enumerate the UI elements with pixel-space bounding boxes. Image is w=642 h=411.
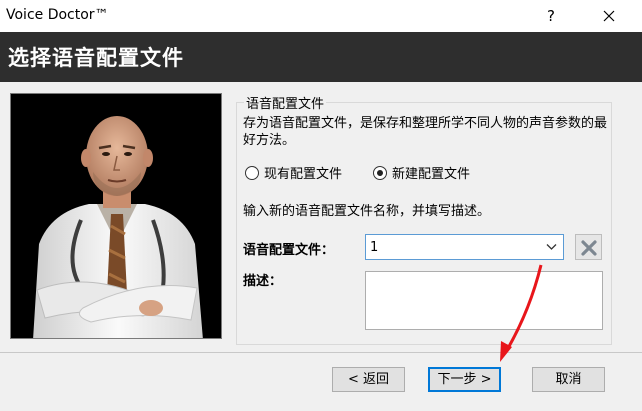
profile-name-value: 1	[370, 240, 379, 255]
description-label: 描述：	[243, 274, 283, 289]
header-banner: 选择语音配置文件	[0, 32, 642, 82]
radio-new-label: 新建配置文件	[392, 167, 471, 182]
radio-existing-label: 现有配置文件	[264, 167, 343, 182]
profile-name-combobox[interactable]: 1	[365, 234, 564, 260]
radio-checked-icon	[373, 165, 387, 180]
description-textarea[interactable]	[365, 271, 603, 330]
help-button[interactable]: ?	[538, 4, 564, 28]
group-legend: 语音配置文件	[246, 97, 325, 112]
close-button[interactable]	[594, 4, 624, 28]
radio-new-profile[interactable]: 新建配置文件	[373, 163, 470, 182]
radio-unchecked-icon	[245, 165, 259, 180]
instruction-text: 输入新的语音配置文件名称，并填写描述。	[243, 204, 491, 219]
radio-existing-profile[interactable]: 现有配置文件	[245, 163, 342, 182]
close-icon	[603, 10, 615, 22]
next-button[interactable]: 下一步 >	[428, 367, 501, 392]
delete-profile-button[interactable]	[575, 234, 602, 260]
back-button[interactable]: < 返回	[332, 367, 405, 392]
chevron-down-icon	[546, 244, 557, 250]
profile-name-label: 语音配置文件：	[243, 243, 335, 258]
page-title: 选择语音配置文件	[8, 46, 184, 70]
window-title: Voice Doctor™	[6, 7, 109, 23]
group-description: 存为语音配置文件，是保存和整理所学不同人物的声音参数的最好方法。	[243, 116, 608, 148]
cancel-button[interactable]: 取消	[532, 367, 605, 392]
doctor-illustration	[11, 94, 221, 338]
footer-divider	[0, 352, 642, 353]
title-bar: Voice Doctor™ ?	[0, 0, 642, 32]
delete-x-icon	[581, 240, 597, 256]
doctor-photo	[10, 93, 222, 339]
